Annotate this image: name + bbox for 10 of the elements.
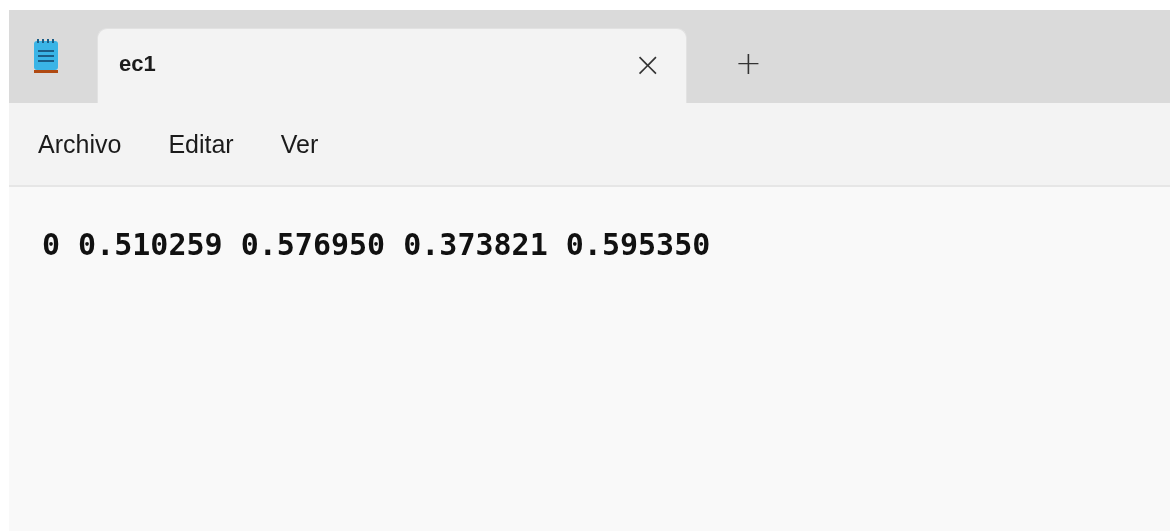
- tab-title: ec1: [119, 51, 157, 77]
- new-tab-button[interactable]: +: [731, 47, 766, 79]
- text-editor[interactable]: 0 0.510259 0.576950 0.373821 0.595350: [9, 187, 1170, 531]
- menu-item[interactable]: Ver: [279, 123, 343, 165]
- menu-item[interactable]: Archivo: [37, 123, 146, 165]
- menu-item[interactable]: Editar: [167, 123, 258, 165]
- notepad-icon: [31, 38, 61, 74]
- document-tab[interactable]: ec1 ×: [97, 28, 687, 103]
- text-line: 0 0.510259 0.576950 0.373821 0.595350: [42, 226, 712, 264]
- close-button[interactable]: ×: [629, 47, 666, 81]
